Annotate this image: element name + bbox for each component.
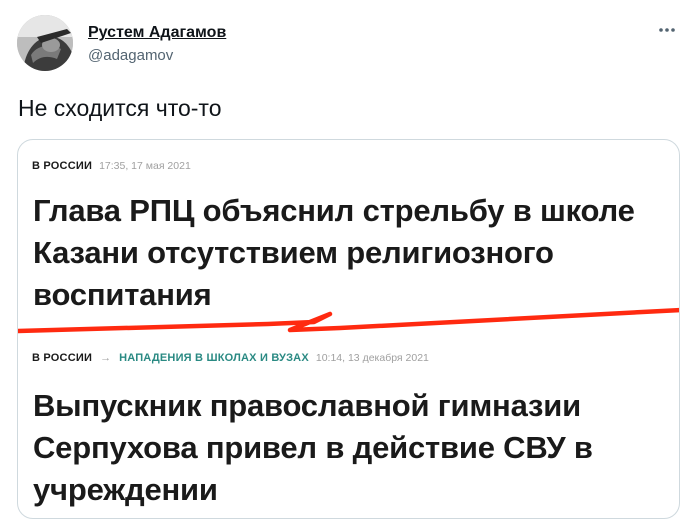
media-card[interactable]: В РОССИИ 17:35, 17 мая 2021 Глава РПЦ об… xyxy=(17,139,680,519)
article2-headline-line: Выпускник православной гимназии xyxy=(33,388,581,423)
article2-time: 10:14, 13 декабря 2021 xyxy=(315,352,429,364)
avatar-image xyxy=(17,15,73,71)
article1-time: 17:35, 17 мая 2021 xyxy=(99,160,191,172)
author-name[interactable]: Рустем Адагамов xyxy=(88,24,226,42)
tweet: Рустем Адагамов @adagamov Не сходится чт… xyxy=(0,0,695,529)
more-button[interactable] xyxy=(654,20,680,40)
article2-headline: Выпускник православной гимназии Серпухов… xyxy=(33,385,593,511)
author-handle[interactable]: @adagamov xyxy=(88,47,173,64)
article1-meta: В РОССИИ 17:35, 17 мая 2021 xyxy=(32,160,191,172)
article1-headline: Глава РПЦ объяснил стрельбу в школе Каза… xyxy=(33,190,635,316)
article1-headline-line: Казани отсутствием религиозного xyxy=(33,235,554,270)
article2-rubric: В РОССИИ xyxy=(32,352,93,364)
tweet-text: Не сходится что-то xyxy=(18,95,222,121)
article2-headline-line: Серпухова привел в действие СВУ в xyxy=(33,430,593,465)
arrow-right-icon: → xyxy=(100,352,112,364)
article2-headline-line: учреждении xyxy=(33,472,218,507)
article1-rubric: В РОССИИ xyxy=(32,160,93,172)
avatar[interactable] xyxy=(17,15,73,71)
more-horizontal-icon xyxy=(659,28,675,32)
article2-section: НАПАДЕНИЯ В ШКОЛАХ И ВУЗАХ xyxy=(119,352,309,364)
red-slash-divider xyxy=(18,307,679,334)
article2-meta: В РОССИИ → НАПАДЕНИЯ В ШКОЛАХ И ВУЗАХ 10… xyxy=(32,352,429,364)
article1-headline-line: Глава РПЦ объяснил стрельбу в школе xyxy=(33,193,635,228)
